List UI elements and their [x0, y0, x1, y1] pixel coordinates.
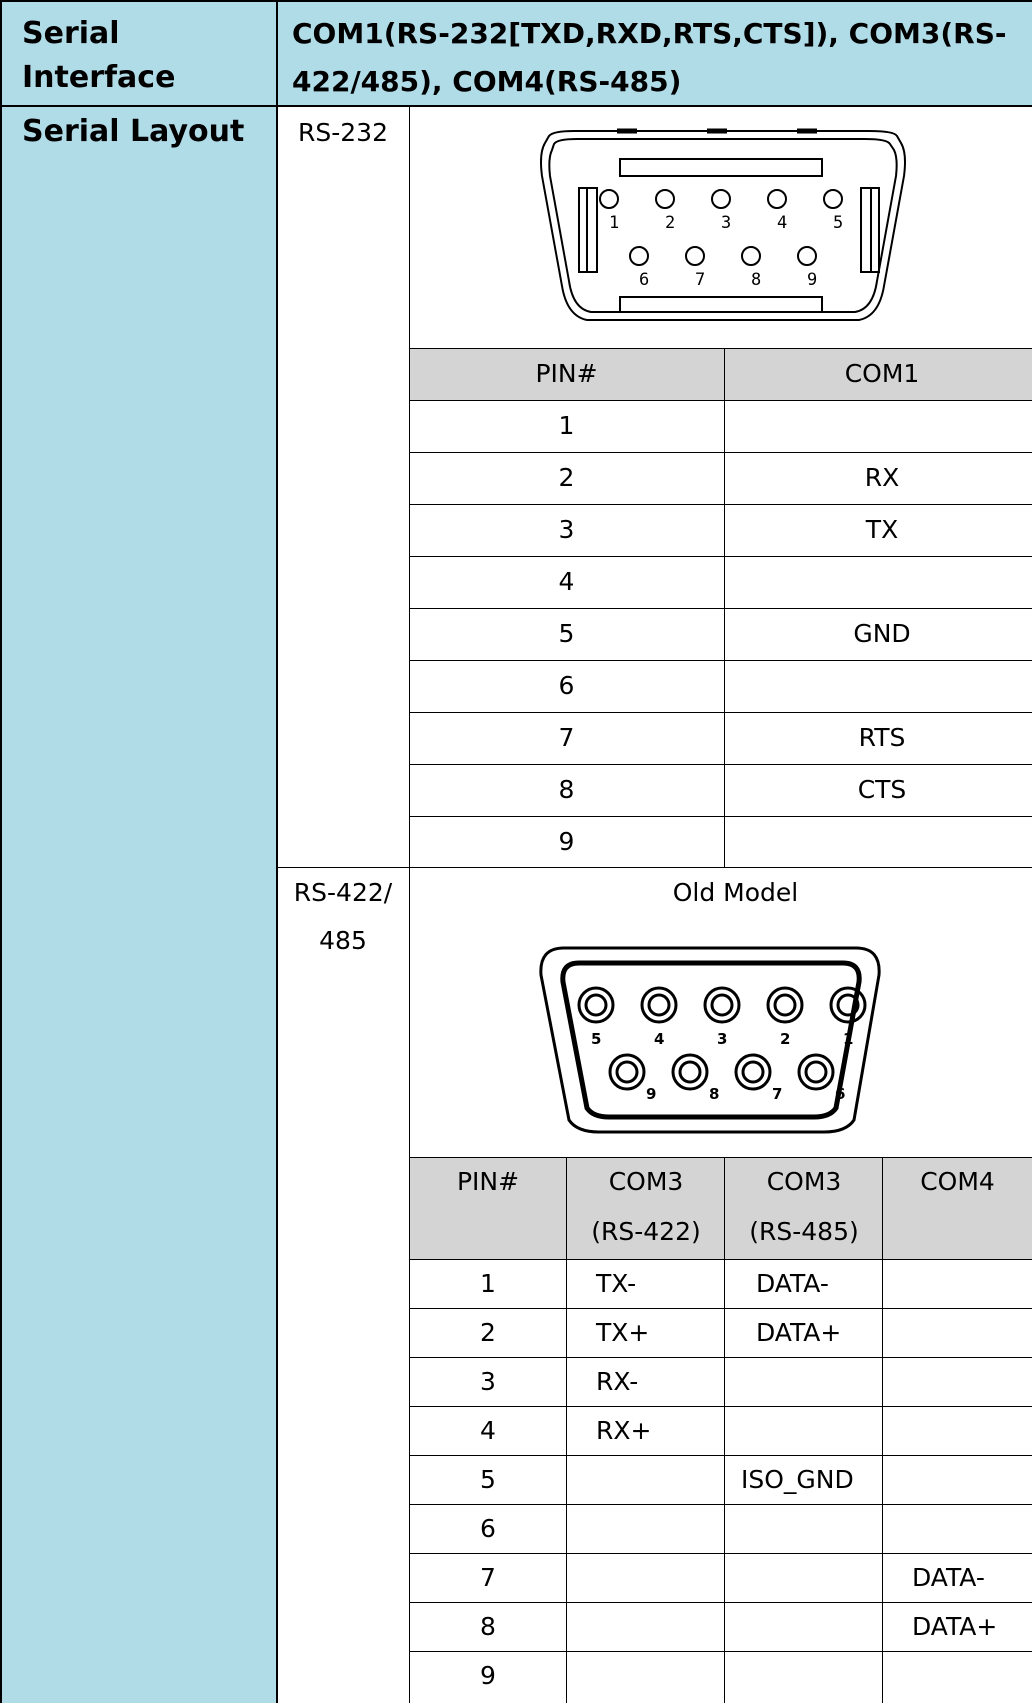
rs232-header-pin: PIN# [535, 359, 598, 388]
rs422-row-pin: 1 [480, 1269, 496, 1298]
rs232-pin-5-icon [823, 189, 843, 209]
rs422-row-pin: 3 [480, 1367, 496, 1396]
rs232-row-pin: 4 [558, 567, 575, 596]
rs232-row-pin: 7 [558, 723, 575, 752]
rs232-pin-6-icon [629, 246, 649, 266]
rs422-pin-1-icon [829, 986, 867, 1024]
rs422-pin-8-icon [671, 1053, 709, 1091]
serial-interface-value-line2: 422/485), COM4(RS-485) [292, 65, 682, 98]
rs422-pin-7-icon [734, 1053, 772, 1091]
rs422-header-com4: COM4 [920, 1167, 995, 1196]
rs422-row-com3-422: TX+ [596, 1318, 650, 1347]
rs232-pin-label: 1 [609, 213, 619, 233]
old-model-caption: Old Model [672, 878, 799, 907]
rs232-row-pin: 5 [558, 619, 575, 648]
rs232-pin-3-icon [711, 189, 731, 209]
rs422-row-com3-422: RX- [596, 1367, 639, 1396]
rs422-row-com4: DATA+ [912, 1612, 998, 1641]
rs422-row-com3-485: DATA+ [756, 1318, 842, 1347]
rs232-pin-label: 3 [721, 213, 731, 233]
rs422-row-com4: DATA- [912, 1563, 985, 1592]
serial-interface-value-line1: COM1(RS-232[TXD,RXD,RTS,CTS]), COM3(RS- [292, 17, 1007, 50]
rs422-row-pin: 2 [480, 1318, 496, 1347]
rs422-header-pin: PIN# [456, 1167, 520, 1196]
rs232-row-com1: CTS [857, 775, 907, 804]
rs422-row-pin: 9 [480, 1661, 496, 1690]
rs422-row-pin: 7 [480, 1563, 496, 1592]
rs232-row-com1: GND [853, 619, 911, 648]
rs422-header-com3-422: COM3 [608, 1167, 684, 1196]
rs422-row-com3-422: TX- [596, 1269, 637, 1298]
rs422-pin-5-icon [577, 986, 615, 1024]
rs422-row-pin: 4 [480, 1416, 496, 1445]
rs422-row-pin: 5 [480, 1465, 496, 1494]
rs232-pin-1-icon [599, 189, 619, 209]
rs422-label-line2: 485 [319, 926, 367, 955]
rs422-pin-label: 5 [591, 1030, 601, 1048]
rs422-pin-label: 2 [780, 1030, 790, 1048]
rs422-row-com3-422: RX+ [596, 1416, 652, 1445]
rs232-pin-label: 2 [665, 213, 675, 233]
rs422-pin-label: 7 [772, 1085, 782, 1103]
rs232-row-com1: TX [865, 515, 899, 544]
label-column-bg [0, 0, 277, 1703]
serial-layout-label: Serial Layout [22, 114, 245, 149]
rs422-row-pin: 8 [480, 1612, 496, 1641]
rs232-row-com1: RX [864, 463, 900, 492]
rs422-pin-2-icon [766, 986, 804, 1024]
rs232-pin-9-icon [797, 246, 817, 266]
rs422-row-com3-485: ISO_GND [741, 1465, 854, 1494]
rs232-pin-label: 8 [751, 270, 761, 290]
rs232-pin-label: 6 [639, 270, 649, 290]
rs232-pin-label: 4 [777, 213, 787, 233]
rs422-pin-label: 6 [835, 1085, 845, 1103]
rs422-pin-label: 4 [654, 1030, 664, 1048]
rs232-row-pin: 1 [558, 411, 575, 440]
spec-page: { "serial_interface": { "label": "Serial… [0, 0, 1032, 1703]
rs232-row-com1: RTS [858, 723, 906, 752]
rs232-pin-7-icon [685, 246, 705, 266]
rs232-label: RS-232 [298, 118, 388, 147]
rs422-pin-3-icon [703, 986, 741, 1024]
rs422-pin-label: 1 [843, 1030, 853, 1048]
rs422-pin-4-icon [640, 986, 678, 1024]
rs422-header-com3-485-sub: (RS-485) [749, 1217, 859, 1246]
rs232-pin-label: 9 [807, 270, 817, 290]
rs422-header-com3-485: COM3 [766, 1167, 842, 1196]
rs232-row-pin: 9 [558, 827, 575, 856]
rs422-pin-6-icon [797, 1053, 835, 1091]
rs422-row-pin: 6 [480, 1514, 496, 1543]
rs422-label-line1: RS-422/ [293, 878, 393, 907]
rs232-pin-label: 5 [833, 213, 843, 233]
serial-interface-label: Serial Interface [22, 16, 176, 95]
rs232-row-pin: 6 [558, 671, 575, 700]
rs232-row-pin: 2 [558, 463, 575, 492]
rs232-row-pin: 3 [558, 515, 575, 544]
rs232-pin-2-icon [655, 189, 675, 209]
rs422-pin-9-icon [608, 1053, 646, 1091]
db9-connector-rs232-diagram: 1 2 3 4 5 6 7 8 9 [540, 128, 906, 321]
rs232-row-pin: 8 [558, 775, 575, 804]
rs232-header-com1: COM1 [844, 359, 920, 388]
rs422-header-com3-422-sub: (RS-422) [591, 1217, 701, 1246]
rs232-pin-4-icon [767, 189, 787, 209]
rs422-pin-label: 3 [717, 1030, 727, 1048]
db9-connector-rs422-diagram: 5 4 3 2 1 9 8 7 6 [539, 946, 881, 1134]
rs422-pin-label: 8 [709, 1085, 719, 1103]
rs422-pin-label: 9 [646, 1085, 656, 1103]
rs232-pin-label: 7 [695, 270, 705, 290]
rs232-pin-8-icon [741, 246, 761, 266]
rs422-row-com3-485: DATA- [756, 1269, 829, 1298]
